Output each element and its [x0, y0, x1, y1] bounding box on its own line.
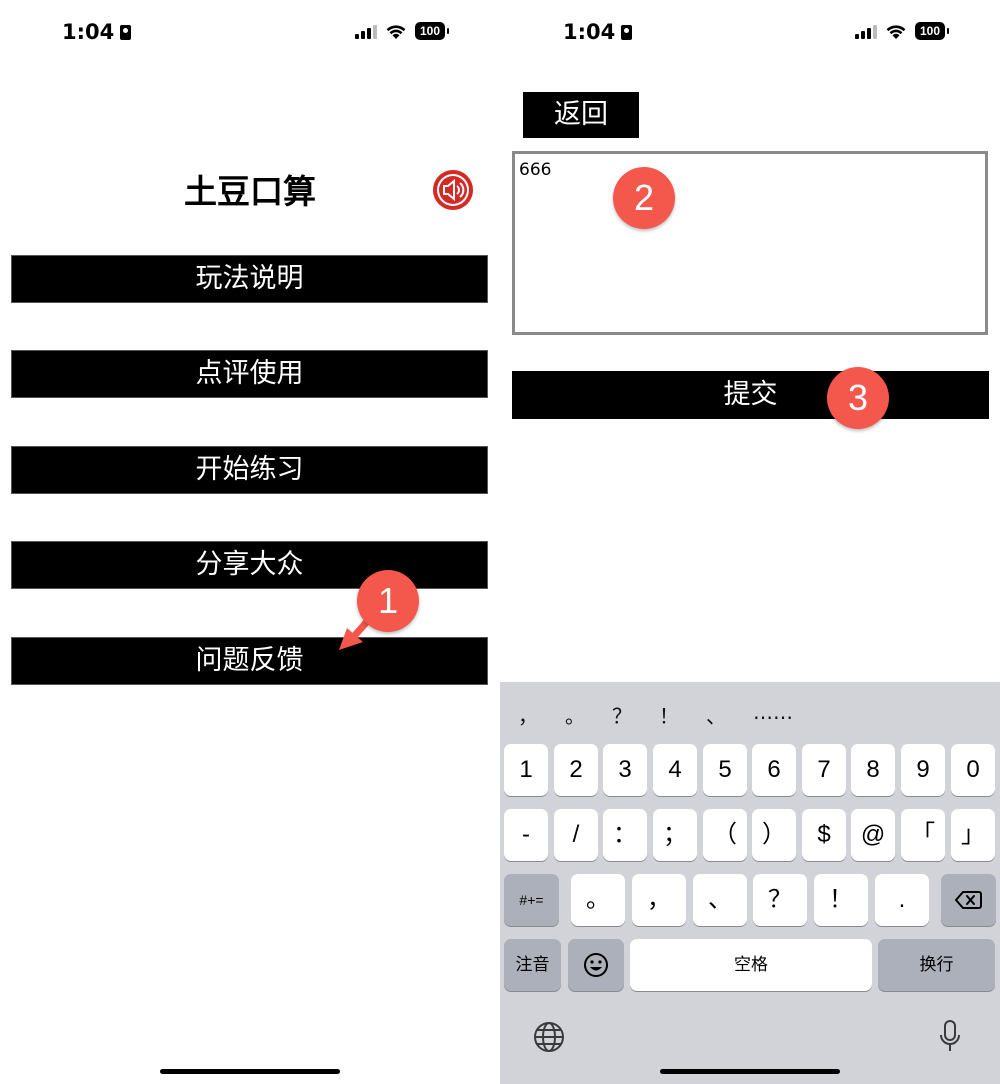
key-7[interactable]: 7 — [802, 744, 846, 796]
submit-button[interactable]: 提交 — [512, 371, 989, 419]
speaker-icon — [443, 178, 465, 202]
key-3[interactable]: 3 — [603, 744, 647, 796]
key-right-paren[interactable]: ） — [752, 809, 796, 861]
sound-toggle-button[interactable] — [433, 170, 473, 210]
suggestion-item[interactable]: ！ — [659, 700, 706, 729]
suggestion-item[interactable]: …… — [753, 700, 813, 729]
status-time-text: 1:04 — [563, 20, 616, 44]
status-time: 1:04 — [563, 20, 633, 44]
key-colon[interactable]: ： — [603, 809, 647, 861]
key-dollar[interactable]: $ — [802, 809, 846, 861]
space-key[interactable]: 空格 — [630, 939, 872, 991]
zhuyin-key[interactable]: 注音 — [504, 939, 561, 991]
wifi-icon — [386, 24, 406, 39]
suggestion-item[interactable]: 。 — [565, 700, 612, 729]
contact-icon — [621, 25, 633, 40]
microphone-icon[interactable] — [936, 1018, 964, 1056]
rules-button[interactable]: 玩法说明 — [11, 255, 488, 303]
review-button[interactable]: 点评使用 — [11, 350, 488, 398]
delete-key[interactable] — [941, 874, 996, 926]
key-left-paren[interactable]: （ — [703, 809, 747, 861]
feedback-button[interactable]: 问题反馈 — [11, 637, 488, 685]
return-key[interactable]: 换行 — [878, 939, 995, 991]
key-question[interactable]: ？ — [753, 874, 807, 926]
start-practice-button[interactable]: 开始练习 — [11, 446, 488, 494]
key-2[interactable]: 2 — [554, 744, 598, 796]
status-time-text: 1:04 — [62, 20, 115, 44]
emoji-icon — [584, 953, 608, 977]
contact-icon — [120, 25, 132, 40]
annotation-badge-3: 3 — [827, 367, 889, 429]
annotation-badge-2: 2 — [613, 167, 675, 229]
feedback-screen: 1:04 100 返回 666 2 提交 3 ， 。 ？ ！ 、 …… 1 2 … — [500, 0, 1000, 1084]
key-semicolon[interactable]: ； — [653, 809, 697, 861]
bottom-row: 注音 空格 换行 — [500, 939, 1000, 991]
globe-icon[interactable] — [532, 1020, 566, 1054]
cellular-signal-icon — [355, 24, 377, 39]
key-enumeration-comma[interactable]: 、 — [693, 874, 747, 926]
key-8[interactable]: 8 — [851, 744, 895, 796]
key-9[interactable]: 9 — [901, 744, 945, 796]
key-6[interactable]: 6 — [752, 744, 796, 796]
status-time: 1:04 — [62, 20, 132, 44]
number-row: 1 2 3 4 5 6 7 8 9 0 — [500, 744, 1000, 796]
home-screen: 1:04 100 土豆口算 玩法说明 点评使用 开始练习 分享大众 问题反馈 1 — [0, 0, 500, 1084]
key-0[interactable]: 0 — [951, 744, 995, 796]
key-slash[interactable]: / — [554, 809, 598, 861]
key-right-corner-bracket[interactable]: 」 — [951, 809, 995, 861]
feedback-textarea[interactable]: 666 — [512, 151, 988, 335]
suggestion-item[interactable]: ， — [518, 700, 565, 729]
wifi-icon — [886, 24, 906, 39]
delete-icon — [955, 891, 982, 909]
back-button[interactable]: 返回 — [523, 92, 639, 138]
key-left-corner-bracket[interactable]: 「 — [901, 809, 945, 861]
key-comma[interactable]: ， — [632, 874, 686, 926]
status-icons: 100 — [355, 22, 449, 40]
cellular-signal-icon — [855, 24, 877, 39]
key-4[interactable]: 4 — [653, 744, 697, 796]
home-indicator — [660, 1069, 840, 1074]
status-icons: 100 — [855, 22, 949, 40]
share-button[interactable]: 分享大众 — [11, 541, 488, 589]
key-full-stop[interactable]: 。 — [571, 874, 625, 926]
key-5[interactable]: 5 — [703, 744, 747, 796]
page-title: 土豆口算 — [184, 172, 316, 211]
suggestion-item[interactable]: 、 — [706, 700, 753, 729]
battery-icon: 100 — [415, 22, 449, 40]
battery-icon: 100 — [915, 22, 949, 40]
home-indicator — [160, 1069, 340, 1074]
keyboard: ， 。 ？ ！ 、 …… 1 2 3 4 5 6 7 8 9 0 - / ： ；… — [500, 682, 1000, 1084]
key-period[interactable]: . — [875, 874, 929, 926]
suggestion-bar: ， 。 ？ ！ 、 …… — [518, 700, 813, 729]
key-exclamation[interactable]: ！ — [814, 874, 868, 926]
symbol-row: - / ： ； （ ） $ @ 「 」 — [500, 809, 1000, 861]
key-1[interactable]: 1 — [504, 744, 548, 796]
annotation-badge-1: 1 — [357, 570, 419, 632]
key-hyphen[interactable]: - — [504, 809, 548, 861]
more-symbols-key[interactable]: #+= — [504, 874, 559, 926]
punctuation-row: #+= 。 ， 、 ？ ！ . — [500, 874, 1000, 926]
suggestion-item[interactable]: ？ — [612, 700, 659, 729]
emoji-key[interactable] — [568, 939, 624, 991]
feedback-text: 666 — [519, 160, 552, 180]
key-at[interactable]: @ — [851, 809, 895, 861]
